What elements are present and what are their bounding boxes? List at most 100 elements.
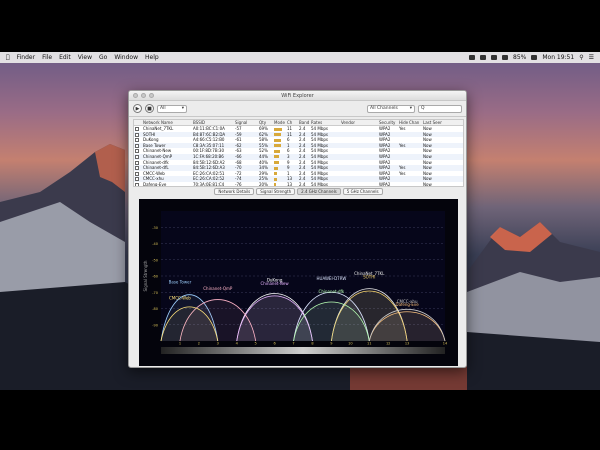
col-header-last[interactable]: Last Seen xyxy=(422,120,442,125)
network-label: CMCC-Web xyxy=(169,296,191,301)
col-header-name[interactable]: Network Name xyxy=(142,120,192,125)
checkbox[interactable] xyxy=(135,160,139,165)
play-button[interactable]: ▶ xyxy=(133,104,142,113)
col-header-band[interactable]: Band xyxy=(298,120,310,125)
row-checkbox xyxy=(134,182,142,186)
menu-app[interactable]: Finder xyxy=(17,54,35,61)
cell-signal: -76 xyxy=(235,181,242,187)
stop-button[interactable]: ■ xyxy=(145,104,154,113)
col-header-rates[interactable]: Rates xyxy=(310,120,340,125)
clock[interactable]: Mon 19:51 xyxy=(542,54,574,61)
channel-select-value: All Channels xyxy=(370,106,398,111)
checkbox[interactable] xyxy=(135,166,139,171)
status-icon-1[interactable] xyxy=(469,55,475,60)
play-icon: ▶ xyxy=(135,105,140,112)
window-title: WiFi Explorer xyxy=(281,92,314,99)
x-tick-label: 9 xyxy=(330,342,332,346)
network-label: HUAWEI-D7RW xyxy=(317,276,347,281)
col-header-check[interactable] xyxy=(134,120,142,125)
menu-edit[interactable]: Edit xyxy=(59,54,71,61)
x-tick-label: 4 xyxy=(236,342,239,346)
col-header-hide[interactable]: Hide xyxy=(398,120,408,125)
checkbox[interactable] xyxy=(135,132,139,137)
search-input[interactable]: Q xyxy=(418,104,462,113)
x-tick-label: 12 xyxy=(386,342,390,346)
col-header-vendor[interactable]: Vendor xyxy=(340,120,378,125)
tab-network-details[interactable]: Network Details xyxy=(214,188,255,195)
menu-view[interactable]: View xyxy=(78,54,92,61)
network-label: Chinanet-dfk xyxy=(319,289,345,294)
col-header-qty[interactable]: Qty xyxy=(258,120,273,125)
x-tick-label: 2 xyxy=(198,342,200,346)
y-tick-label: -90 xyxy=(152,323,158,327)
y-tick-label: -70 xyxy=(152,291,158,295)
battery-icon[interactable] xyxy=(531,55,538,60)
tab-24ghz-channels[interactable]: 2.4 GHz Channels xyxy=(297,188,341,195)
title-bar[interactable]: WiFi Explorer xyxy=(129,91,466,101)
filter-select-value: All xyxy=(160,106,166,111)
signal-bar xyxy=(274,177,277,181)
search-placeholder: Q xyxy=(421,106,425,111)
app-window: WiFi Explorer ▶ ■ All ▾ All Channels ▾ Q… xyxy=(128,90,467,368)
tab-signal-strength[interactable]: Signal Strength xyxy=(256,188,296,195)
x-tick-label: 1 xyxy=(179,342,181,346)
checkbox[interactable] xyxy=(135,149,139,154)
col-header-mode[interactable]: Mode xyxy=(273,120,286,125)
channel-select[interactable]: All Channels ▾ xyxy=(367,104,415,113)
cell-qty: 20% xyxy=(259,181,268,187)
signal-bar xyxy=(274,166,278,170)
tab-5ghz-channels[interactable]: 5 GHz Channels xyxy=(342,188,383,195)
zoom-button[interactable] xyxy=(149,93,154,98)
network-label: Chinanet-New xyxy=(261,281,290,286)
y-axis-label: Signal Strength xyxy=(143,260,148,291)
cell-chan xyxy=(408,182,422,186)
signal-bar xyxy=(274,127,282,131)
col-header-ch[interactable]: Ch xyxy=(286,120,298,125)
apple-icon[interactable]:  xyxy=(6,54,10,61)
signal-bar xyxy=(274,183,276,186)
col-header-signal[interactable]: Signal xyxy=(234,120,258,125)
x-tick-label: 3 xyxy=(217,342,219,346)
x-tick-label: 11 xyxy=(367,342,371,346)
table-row[interactable]: Dafeng-Eve 70:3A:0E:81:C4 -76 20% 13 2.4 54 Mb… xyxy=(134,181,463,187)
cell-hide xyxy=(398,182,408,186)
y-tick-label: -40 xyxy=(152,242,158,246)
filter-select[interactable]: All ▾ xyxy=(157,104,187,113)
checkbox[interactable] xyxy=(135,143,139,148)
x-tick-label: 7 xyxy=(292,342,294,346)
checkbox[interactable] xyxy=(135,154,139,159)
notification-icon[interactable]: ☰ xyxy=(589,54,594,61)
close-button[interactable] xyxy=(133,93,138,98)
signal-bar xyxy=(274,133,281,137)
checkbox[interactable] xyxy=(135,171,139,176)
y-tick-label: -60 xyxy=(152,275,158,279)
cell-channel: 13 xyxy=(287,181,293,187)
signal-bar xyxy=(274,138,281,142)
x-axis-bar xyxy=(161,347,445,354)
checkbox[interactable] xyxy=(135,182,139,186)
checkbox[interactable] xyxy=(135,177,139,182)
menu-window[interactable]: Window xyxy=(114,54,138,61)
menu-file[interactable]: File xyxy=(42,54,52,61)
signal-bar xyxy=(274,155,279,159)
minimize-button[interactable] xyxy=(141,93,146,98)
search-icon[interactable]: ⚲ xyxy=(579,54,583,61)
signal-bar xyxy=(274,144,281,148)
col-header-bssid[interactable]: BSSID xyxy=(192,120,234,125)
x-tick-label: 10 xyxy=(348,342,352,346)
checkbox[interactable] xyxy=(135,138,139,143)
volume-icon[interactable] xyxy=(502,55,508,60)
stop-icon: ■ xyxy=(147,105,152,112)
network-label: SOTHI xyxy=(363,274,375,279)
signal-bar xyxy=(274,161,279,165)
x-tick-label: 13 xyxy=(405,342,409,346)
col-header-chan[interactable]: Chan xyxy=(408,120,422,125)
battery-percent[interactable]: 85% xyxy=(513,54,526,61)
menu-go[interactable]: Go xyxy=(99,54,107,61)
menu-help[interactable]: Help xyxy=(145,54,159,61)
wifi-icon[interactable] xyxy=(491,55,497,60)
menu-bar:  Finder File Edit View Go Window Help 8… xyxy=(0,52,600,63)
checkbox[interactable] xyxy=(135,127,139,131)
status-icon-2[interactable] xyxy=(480,55,486,60)
col-header-security[interactable]: Security xyxy=(378,120,398,125)
